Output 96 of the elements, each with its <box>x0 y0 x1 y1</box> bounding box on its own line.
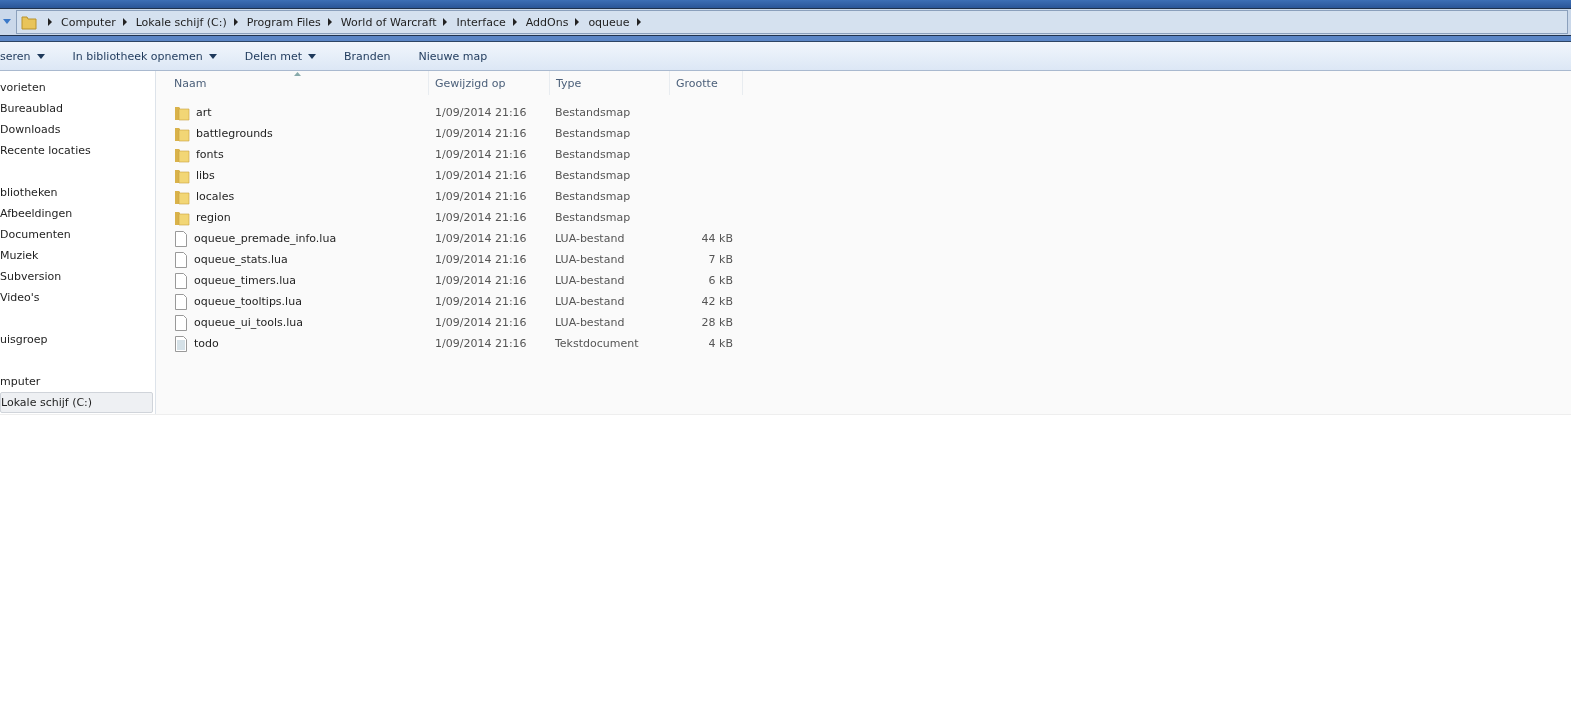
file-name[interactable]: locales <box>196 190 235 203</box>
file-name[interactable]: oqueue_tooltips.lua <box>194 295 302 308</box>
caret-icon <box>36 53 45 59</box>
column-header[interactable]: Gewijzigd op <box>429 71 550 95</box>
sidebar-item[interactable]: Afbeeldingen <box>0 203 153 224</box>
file-name[interactable]: oqueue_ui_tools.lua <box>194 316 304 329</box>
chevron-right-icon[interactable] <box>232 18 239 26</box>
breadcrumb[interactable]: Interface <box>456 15 506 29</box>
breadcrumb[interactable]: Computer <box>61 15 116 29</box>
file-name[interactable]: battlegrounds <box>196 127 273 140</box>
file-size: 44 kB <box>700 232 733 245</box>
caret-icon <box>208 53 217 59</box>
file-type: Tekstdocument <box>554 337 640 350</box>
modified-date: 1/09/2014 21:16 <box>434 127 528 140</box>
folder-icon <box>174 125 190 142</box>
breadcrumb[interactable]: oqueue <box>588 15 630 29</box>
file-name[interactable]: todo <box>194 337 219 350</box>
chevron-right-icon[interactable] <box>326 18 333 26</box>
address-bar[interactable]: Computer Lokale schijf (C:) Program Files World of Warcraft Interface AddOns oqueue <box>16 10 1568 34</box>
file-name[interactable]: oqueue_timers.lua <box>194 274 297 287</box>
file-name[interactable]: art <box>196 106 212 119</box>
file-name[interactable]: oqueue_premade_info.lua <box>194 232 337 245</box>
modified-date: 1/09/2014 21:16 <box>434 190 528 203</box>
file-icon <box>174 230 188 247</box>
modified-date: 1/09/2014 21:16 <box>434 253 528 266</box>
file-type: Bestandsmap <box>554 106 632 119</box>
file-type: Bestandsmap <box>554 190 632 203</box>
breadcrumb[interactable]: Lokale schijf (C:) <box>135 15 227 29</box>
file-size: 28 kB <box>700 316 733 329</box>
file-type: LUA-bestand <box>554 253 626 266</box>
breadcrumb[interactable]: AddOns <box>525 15 569 29</box>
sidebar-item[interactable]: Documenten <box>0 224 153 245</box>
file-type: LUA-bestand <box>554 316 626 329</box>
file-name[interactable]: oqueue_stats.lua <box>194 253 288 266</box>
modified-date: 1/09/2014 21:16 <box>434 169 528 182</box>
toolbar-button[interactable]: In bibliotheek opnemen <box>58 45 231 67</box>
folder-icon <box>174 104 190 121</box>
folder-icon <box>174 146 190 163</box>
file-type: LUA-bestand <box>554 295 626 308</box>
modified-date: 1/09/2014 21:16 <box>434 148 528 161</box>
file-icon <box>174 293 188 310</box>
file-type: Bestandsmap <box>554 211 632 224</box>
sidebar-item[interactable]: Recente locaties <box>0 140 153 161</box>
sidebar-item[interactable]: bliotheken <box>0 182 153 203</box>
caret-icon <box>308 53 317 59</box>
toolbar-button[interactable]: Branden <box>330 45 405 67</box>
sidebar-item[interactable]: Bureaublad <box>0 98 153 119</box>
folder-icon <box>21 14 37 30</box>
file-type: Bestandsmap <box>554 148 632 161</box>
breadcrumb[interactable]: Program Files <box>246 15 321 29</box>
modified-date: 1/09/2014 21:16 <box>434 232 528 245</box>
file-type: LUA-bestand <box>554 232 626 245</box>
folder-icon <box>174 167 190 184</box>
sidebar-item[interactable]: uisgroep <box>0 329 153 350</box>
file-size: 4 kB <box>707 337 733 350</box>
file-size: 7 kB <box>707 253 733 266</box>
breadcrumb[interactable]: World of Warcraft <box>340 15 437 29</box>
column-header[interactable]: Type <box>550 71 670 95</box>
file-icon <box>174 251 188 268</box>
modified-date: 1/09/2014 21:16 <box>434 211 528 224</box>
modified-date: 1/09/2014 21:16 <box>434 337 528 350</box>
chevron-right-icon[interactable] <box>574 18 581 26</box>
modified-date: 1/09/2014 21:16 <box>434 316 528 329</box>
chevron-right-icon[interactable] <box>442 18 449 26</box>
toolbar-button[interactable]: Delen met <box>230 45 331 67</box>
dropdown-arrow-icon[interactable] <box>2 18 12 26</box>
sidebar-item[interactable]: Video's <box>0 287 153 308</box>
column-header[interactable]: Grootte <box>670 71 743 95</box>
modified-date: 1/09/2014 21:16 <box>434 274 528 287</box>
sidebar-item[interactable]: Muziek <box>0 245 153 266</box>
chevron-right-icon[interactable] <box>511 18 518 26</box>
folder-icon <box>174 209 190 226</box>
sidebar-item[interactable]: Subversion <box>0 266 153 287</box>
chevron-right-icon[interactable] <box>47 18 53 26</box>
toolbar-button[interactable]: seren <box>0 45 59 67</box>
file-type: LUA-bestand <box>554 274 626 287</box>
sidebar-item[interactable]: vorieten <box>0 77 153 98</box>
file-name[interactable]: region <box>196 211 231 224</box>
file-icon <box>174 314 188 331</box>
chevron-right-icon[interactable] <box>121 18 128 26</box>
text-document-icon <box>174 335 188 352</box>
file-size: 6 kB <box>707 274 733 287</box>
sidebar-item[interactable]: mputer <box>0 371 153 392</box>
modified-date: 1/09/2014 21:16 <box>434 295 528 308</box>
file-name[interactable]: libs <box>196 169 215 182</box>
file-icon <box>174 272 188 289</box>
toolbar-button[interactable]: Nieuwe map <box>404 45 502 67</box>
file-type: Bestandsmap <box>554 169 632 182</box>
sidebar-item[interactable]: Downloads <box>0 119 153 140</box>
modified-date: 1/09/2014 21:16 <box>434 106 528 119</box>
folder-icon <box>174 188 190 205</box>
file-size: 42 kB <box>700 295 733 308</box>
file-name[interactable]: fonts <box>196 148 224 161</box>
chevron-right-icon[interactable] <box>635 18 642 26</box>
sidebar-item[interactable]: Lokale schijf (C:) <box>0 392 153 413</box>
file-type: Bestandsmap <box>554 127 632 140</box>
